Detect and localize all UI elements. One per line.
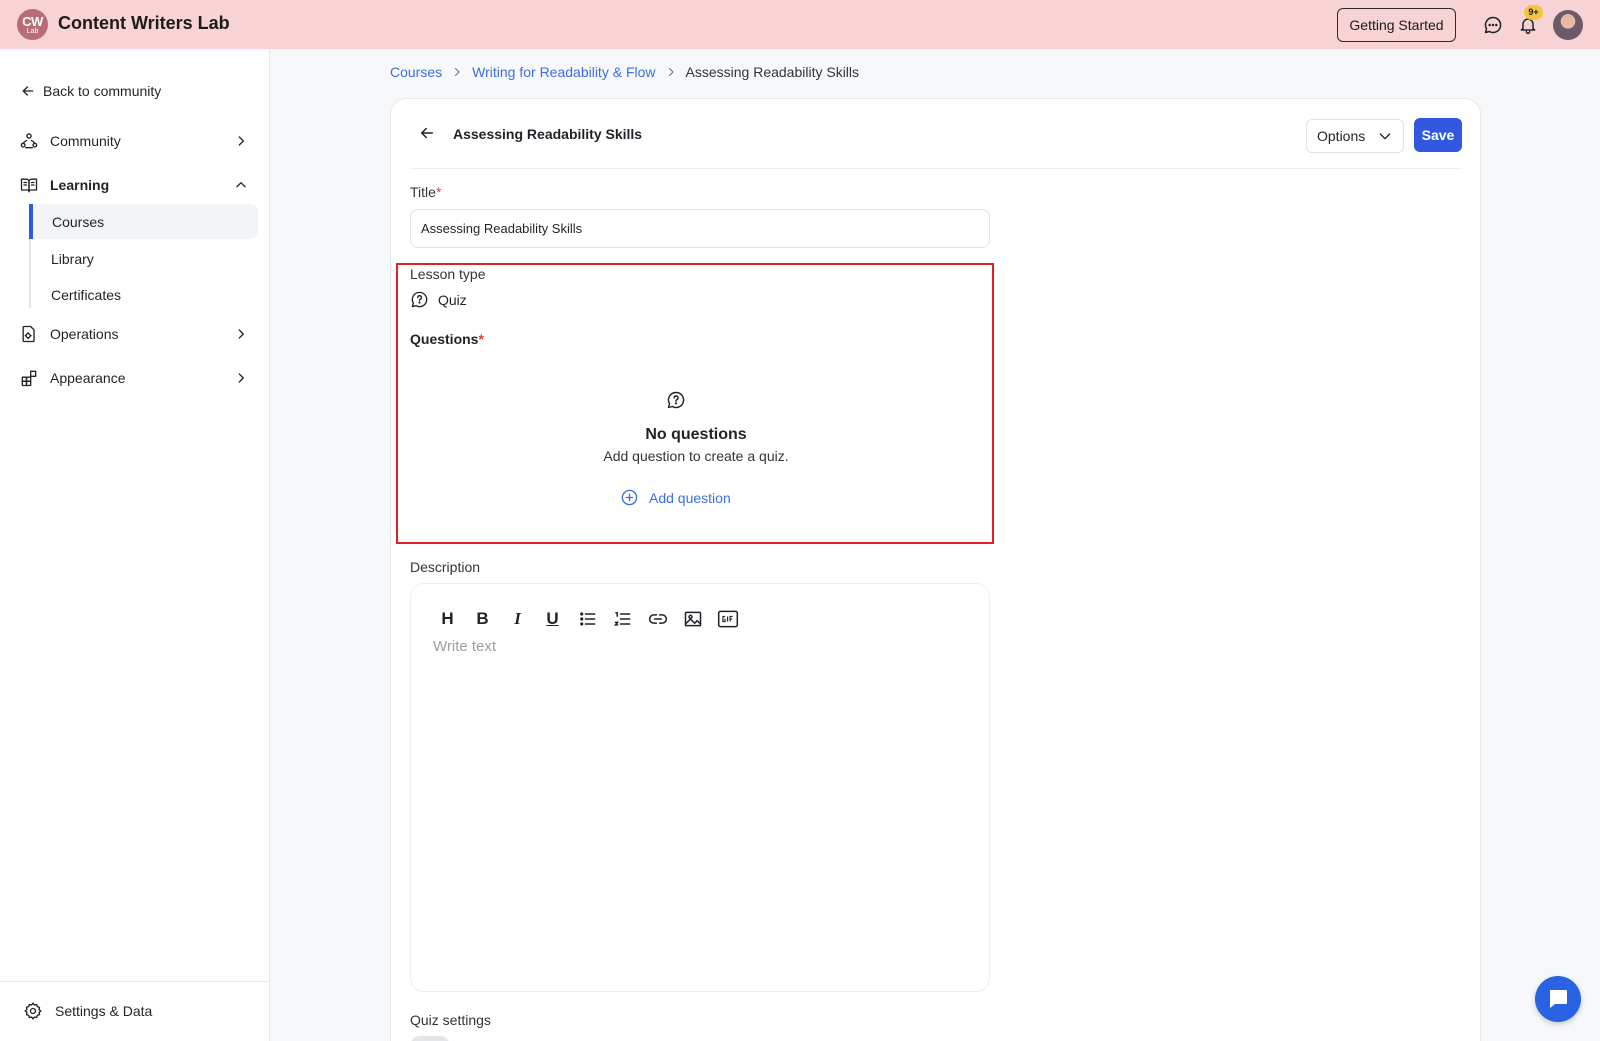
chevron-right-icon — [232, 325, 250, 343]
lesson-editor-card: Assessing Readability Skills Options Sav… — [390, 98, 1481, 1041]
title-label-text: Title — [410, 184, 436, 200]
chat-bubble-icon — [1549, 990, 1567, 1008]
add-question-button[interactable]: Add question — [620, 488, 731, 507]
underline-icon[interactable]: U — [540, 606, 565, 631]
sidebar-item-label: Operations — [50, 326, 119, 342]
lesson-type-label: Lesson type — [410, 266, 486, 282]
notification-badge: 9+ — [1524, 5, 1543, 20]
link-icon[interactable] — [645, 606, 670, 631]
chevron-right-icon — [451, 66, 463, 78]
title-input[interactable] — [410, 209, 990, 248]
quiz-settings-label: Quiz settings — [410, 1012, 491, 1028]
quiz-empty-icon — [666, 390, 686, 410]
lesson-type-text: Quiz — [438, 291, 467, 308]
sidebar-footer: Settings & Data — [0, 981, 269, 1041]
empty-state-subtitle: Add question to create a quiz. — [603, 448, 789, 464]
sidebar-subitem-certificates[interactable]: Certificates — [29, 277, 258, 312]
back-to-community-link[interactable]: Back to community — [20, 83, 161, 99]
sidebar-subitem-courses[interactable]: Courses — [29, 204, 258, 239]
lesson-type-value: Quiz — [410, 290, 467, 309]
breadcrumb-courses[interactable]: Courses — [390, 64, 442, 80]
settings-label: Settings & Data — [55, 1003, 153, 1019]
getting-started-button[interactable]: Getting Started — [1337, 8, 1456, 42]
sidebar-item-label: Learning — [50, 177, 110, 193]
back-arrow-icon[interactable] — [418, 124, 438, 144]
breadcrumb: Courses Writing for Readability & Flow A… — [390, 64, 859, 80]
questions-label-text: Questions — [410, 331, 479, 347]
description-placeholder: Write text — [433, 638, 497, 655]
sidebar-item-community[interactable]: Community — [18, 126, 250, 156]
chevron-right-icon — [232, 369, 250, 387]
bold-icon[interactable]: B — [470, 606, 495, 631]
required-mark: * — [435, 184, 442, 200]
empty-state-title: No questions — [645, 426, 747, 443]
quiz-setting-toggle[interactable] — [410, 1036, 450, 1041]
sidebar-item-learning[interactable]: Learning — [18, 170, 250, 200]
image-icon[interactable] — [680, 606, 705, 631]
back-to-community-label: Back to community — [43, 83, 162, 99]
bullet-list-icon[interactable] — [575, 606, 600, 631]
required-mark: * — [478, 331, 484, 347]
sidebar: Back to community Community Learning Cou… — [0, 49, 270, 1041]
heading-icon[interactable]: H — [435, 606, 460, 631]
logo-text-bottom: Lab — [26, 28, 39, 35]
breadcrumb-course[interactable]: Writing for Readability & Flow — [472, 64, 655, 80]
sidebar-item-operations[interactable]: Operations — [18, 319, 250, 349]
description-label: Description — [410, 559, 481, 575]
quiz-icon — [411, 291, 428, 308]
editor-toolbar: H B I U — [435, 606, 740, 631]
sidebar-subitem-label: Library — [51, 250, 94, 267]
top-bar: CW Lab Content Writers Lab Getting Start… — [0, 0, 1600, 49]
chevron-down-icon — [1377, 128, 1393, 147]
gif-icon[interactable] — [715, 606, 740, 631]
sidebar-item-label: Community — [50, 133, 121, 149]
support-chat-button[interactable] — [1535, 976, 1581, 1022]
logo-text-top: CW — [22, 14, 43, 29]
description-editor[interactable]: H B I U Write text — [410, 583, 990, 992]
appearance-icon — [18, 367, 40, 389]
community-icon — [18, 130, 40, 152]
sidebar-subitem-library[interactable]: Library — [29, 241, 258, 276]
settings-and-data-link[interactable]: Settings & Data — [23, 1001, 152, 1021]
breadcrumb-current: Assessing Readability Skills — [685, 64, 860, 80]
options-dropdown[interactable]: Options — [1306, 119, 1404, 153]
options-label: Options — [1317, 128, 1366, 144]
gear-icon — [24, 1002, 42, 1020]
lesson-title-heading: Assessing Readability Skills — [453, 126, 643, 142]
community-name[interactable]: Content Writers Lab — [58, 13, 230, 34]
italic-icon[interactable]: I — [505, 606, 530, 631]
numbered-list-icon[interactable] — [610, 606, 635, 631]
arrow-left-icon — [22, 86, 34, 96]
save-button[interactable]: Save — [1414, 118, 1462, 152]
operations-icon — [18, 323, 40, 345]
sidebar-item-label: Appearance — [50, 370, 126, 386]
book-open-icon — [18, 174, 40, 196]
messages-icon[interactable] — [1482, 14, 1504, 36]
add-question-label: Add question — [649, 489, 731, 506]
questions-label: Questions* — [410, 331, 484, 347]
title-field-label: Title* — [410, 184, 441, 200]
chevron-right-icon — [665, 66, 677, 78]
chevron-up-icon — [232, 176, 250, 194]
sidebar-item-appearance[interactable]: Appearance — [18, 363, 250, 393]
sidebar-subitem-label: Courses — [52, 213, 105, 230]
card-header: Assessing Readability Skills Options Sav… — [410, 99, 1462, 169]
community-logo[interactable]: CW Lab — [17, 9, 48, 40]
sidebar-subitem-label: Certificates — [51, 286, 122, 303]
chevron-right-icon — [232, 132, 250, 150]
user-avatar[interactable] — [1553, 10, 1583, 40]
plus-circle-icon — [621, 489, 638, 506]
